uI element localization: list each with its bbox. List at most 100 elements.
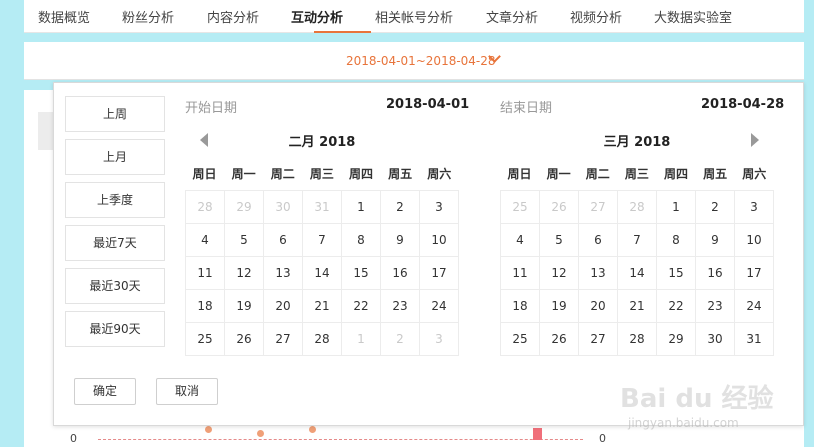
day-cell-other-month[interactable]: 30 xyxy=(264,191,303,224)
day-cell-other-month[interactable]: 29 xyxy=(225,191,264,224)
day-cell[interactable]: 6 xyxy=(264,224,303,257)
day-cell[interactable]: 28 xyxy=(618,323,657,356)
date-range-bar: 2018-04-01~2018-04-28 xyxy=(24,42,804,80)
day-cell[interactable]: 20 xyxy=(264,290,303,323)
day-cell[interactable]: 10 xyxy=(420,224,459,257)
day-cell[interactable]: 12 xyxy=(540,257,579,290)
day-cell[interactable]: 13 xyxy=(579,257,618,290)
day-cell[interactable]: 14 xyxy=(618,257,657,290)
day-cell[interactable]: 22 xyxy=(342,290,381,323)
day-cell[interactable]: 27 xyxy=(264,323,303,356)
shortcut-last-7-days[interactable]: 最近7天 xyxy=(65,225,165,261)
day-cell-other-month[interactable]: 28 xyxy=(186,191,225,224)
day-cell[interactable]: 19 xyxy=(540,290,579,323)
day-cell[interactable]: 30 xyxy=(696,323,735,356)
day-cell[interactable]: 17 xyxy=(420,257,459,290)
day-cell[interactable]: 4 xyxy=(186,224,225,257)
day-cell-other-month[interactable]: 31 xyxy=(303,191,342,224)
day-cell[interactable]: 15 xyxy=(657,257,696,290)
day-cell[interactable]: 23 xyxy=(381,290,420,323)
shortcut-last-30-days[interactable]: 最近30天 xyxy=(65,268,165,304)
day-cell[interactable]: 12 xyxy=(225,257,264,290)
day-cell-other-month[interactable]: 27 xyxy=(579,191,618,224)
day-cell[interactable]: 3 xyxy=(420,191,459,224)
day-cell[interactable]: 2 xyxy=(381,191,420,224)
cancel-button[interactable]: 取消 xyxy=(156,378,218,405)
month-title-right: 三月 2018 xyxy=(603,135,671,150)
day-cell[interactable]: 15 xyxy=(342,257,381,290)
day-cell[interactable]: 13 xyxy=(264,257,303,290)
day-cell[interactable]: 21 xyxy=(303,290,342,323)
tab-content-analysis[interactable]: 内容分析 xyxy=(207,7,259,26)
confirm-button[interactable]: 确定 xyxy=(74,378,136,405)
day-cell[interactable]: 19 xyxy=(225,290,264,323)
day-cell[interactable]: 1 xyxy=(342,191,381,224)
day-cell[interactable]: 16 xyxy=(696,257,735,290)
day-cell[interactable]: 10 xyxy=(735,224,774,257)
shortcut-last-week[interactable]: 上周 xyxy=(65,96,165,132)
active-tab-underline xyxy=(314,31,371,33)
day-cell-other-month[interactable]: 28 xyxy=(618,191,657,224)
day-cell-other-month[interactable]: 1 xyxy=(342,323,381,356)
day-cell[interactable]: 22 xyxy=(657,290,696,323)
day-cell-other-month[interactable]: 2 xyxy=(381,323,420,356)
day-cell[interactable]: 21 xyxy=(618,290,657,323)
day-cell[interactable]: 18 xyxy=(501,290,540,323)
chart-bar xyxy=(533,428,542,440)
day-cell[interactable]: 7 xyxy=(303,224,342,257)
day-cell[interactable]: 25 xyxy=(501,323,540,356)
day-cell[interactable]: 9 xyxy=(381,224,420,257)
day-cell[interactable]: 6 xyxy=(579,224,618,257)
day-cell[interactable]: 20 xyxy=(579,290,618,323)
shortcut-last-month[interactable]: 上月 xyxy=(65,139,165,175)
day-cell[interactable]: 2 xyxy=(696,191,735,224)
day-cell[interactable]: 29 xyxy=(657,323,696,356)
weekday-label: 周四 xyxy=(664,167,689,181)
day-cell[interactable]: 17 xyxy=(735,257,774,290)
day-cell[interactable]: 26 xyxy=(540,323,579,356)
tab-fans-analysis[interactable]: 粉丝分析 xyxy=(122,7,174,26)
tab-article-analysis[interactable]: 文章分析 xyxy=(486,7,538,26)
day-cell[interactable]: 9 xyxy=(696,224,735,257)
weekday-header-left: 周日 周一 周二 周三 周四 周五 周六 xyxy=(185,165,459,183)
day-cell[interactable]: 26 xyxy=(225,323,264,356)
weekday-label: 周二 xyxy=(270,167,295,181)
shortcut-last-quarter[interactable]: 上季度 xyxy=(65,182,165,218)
day-cell[interactable]: 27 xyxy=(579,323,618,356)
day-cell[interactable]: 1 xyxy=(657,191,696,224)
tab-data-overview[interactable]: 数据概览 xyxy=(38,7,90,26)
date-range-toggle[interactable]: 2018-04-01~2018-04-28 xyxy=(346,50,501,68)
day-cell[interactable]: 14 xyxy=(303,257,342,290)
day-cell[interactable]: 16 xyxy=(381,257,420,290)
day-cell-other-month[interactable]: 25 xyxy=(501,191,540,224)
day-cell[interactable]: 18 xyxy=(186,290,225,323)
end-date-label: 结束日期 xyxy=(500,101,553,116)
day-cell[interactable]: 5 xyxy=(225,224,264,257)
weekday-label: 周六 xyxy=(427,167,452,181)
day-cell[interactable]: 8 xyxy=(657,224,696,257)
tab-interaction-analysis[interactable]: 互动分析 xyxy=(291,7,343,26)
shortcut-last-90-days[interactable]: 最近90天 xyxy=(65,311,165,347)
day-cell[interactable]: 3 xyxy=(735,191,774,224)
day-cell[interactable]: 28 xyxy=(303,323,342,356)
day-cell[interactable]: 11 xyxy=(501,257,540,290)
day-cell[interactable]: 11 xyxy=(186,257,225,290)
day-cell[interactable]: 25 xyxy=(186,323,225,356)
tab-video-analysis[interactable]: 视频分析 xyxy=(570,7,622,26)
weekday-label: 周五 xyxy=(388,167,413,181)
day-cell[interactable]: 24 xyxy=(420,290,459,323)
chart-point xyxy=(257,430,264,437)
day-cell[interactable]: 4 xyxy=(501,224,540,257)
day-cell[interactable]: 31 xyxy=(735,323,774,356)
day-cell[interactable]: 5 xyxy=(540,224,579,257)
tab-related-accounts[interactable]: 相关帐号分析 xyxy=(375,7,453,26)
date-range-text: 2018-04-01~2018-04-28 xyxy=(346,54,496,68)
chart-point xyxy=(205,426,212,433)
day-cell[interactable]: 24 xyxy=(735,290,774,323)
day-cell[interactable]: 7 xyxy=(618,224,657,257)
day-cell-other-month[interactable]: 3 xyxy=(420,323,459,356)
tab-big-data-lab[interactable]: 大数据实验室 xyxy=(654,7,732,26)
day-cell-other-month[interactable]: 26 xyxy=(540,191,579,224)
day-cell[interactable]: 23 xyxy=(696,290,735,323)
day-cell[interactable]: 8 xyxy=(342,224,381,257)
